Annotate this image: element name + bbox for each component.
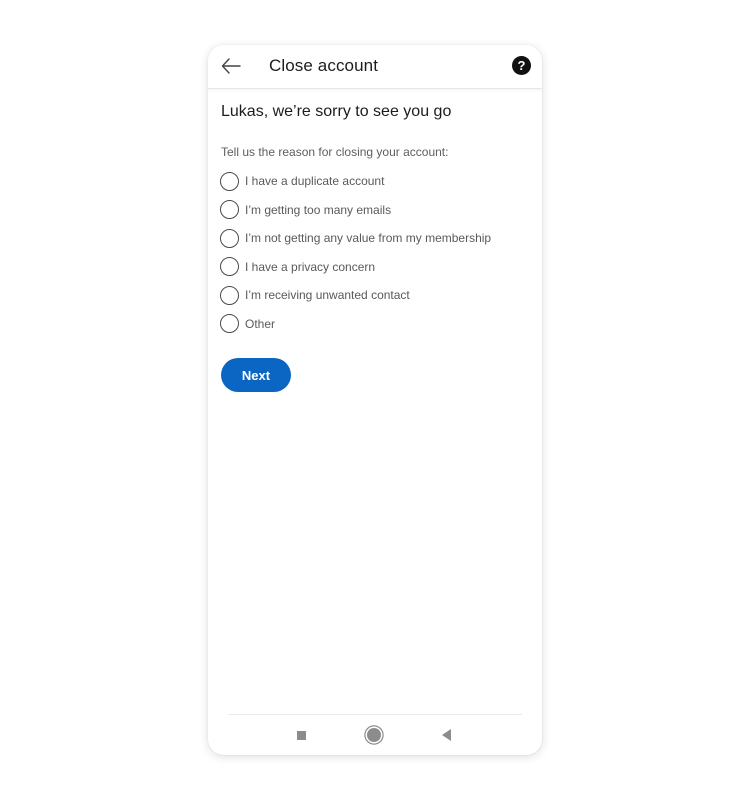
- reason-option[interactable]: I’m not getting any value from my member…: [220, 227, 530, 249]
- help-circle-icon: ?: [517, 58, 526, 73]
- system-navigation-bar: [228, 714, 522, 755]
- reason-option[interactable]: I’m receiving unwanted contact: [220, 284, 530, 306]
- radio-button[interactable]: [220, 200, 239, 219]
- radio-button[interactable]: [220, 314, 239, 333]
- radio-button[interactable]: [220, 257, 239, 276]
- reason-prompt: Tell us the reason for closing your acco…: [221, 145, 449, 159]
- arrow-left-icon: [221, 58, 241, 74]
- reason-option[interactable]: I’m getting too many emails: [220, 199, 530, 221]
- top-app-bar: Close account ?: [208, 45, 542, 89]
- back-triangle-icon[interactable]: [442, 729, 451, 741]
- reason-option[interactable]: Other: [220, 313, 530, 335]
- phone-screen: Close account ? Lukas, we’re sorry to se…: [208, 45, 542, 755]
- reason-option[interactable]: I have a duplicate account: [220, 170, 530, 192]
- home-icon[interactable]: [367, 728, 381, 742]
- reason-option-label: Other: [245, 316, 276, 331]
- radio-button[interactable]: [220, 228, 239, 248]
- radio-button[interactable]: [220, 285, 239, 305]
- reason-option-label: I have a privacy concern: [245, 259, 376, 274]
- reason-radio-group: I have a duplicate account I’m getting t…: [220, 170, 530, 341]
- reason-option-label: I’m getting too many emails: [245, 202, 392, 217]
- reason-option-label: I’m receiving unwanted contact: [245, 288, 410, 302]
- reason-option-label: I have a duplicate account: [245, 174, 385, 188]
- reason-option-label: I’m not getting any value from my member…: [245, 231, 492, 245]
- help-button[interactable]: ?: [512, 56, 531, 75]
- goodbye-heading: Lukas, we’re sorry to see you go: [221, 103, 452, 120]
- radio-button[interactable]: [220, 171, 239, 191]
- next-button[interactable]: Next: [221, 358, 291, 392]
- recent-apps-icon[interactable]: [297, 731, 306, 740]
- reason-option[interactable]: I have a privacy concern: [220, 256, 530, 278]
- back-button[interactable]: [219, 54, 243, 78]
- page-title: Close account: [269, 56, 379, 75]
